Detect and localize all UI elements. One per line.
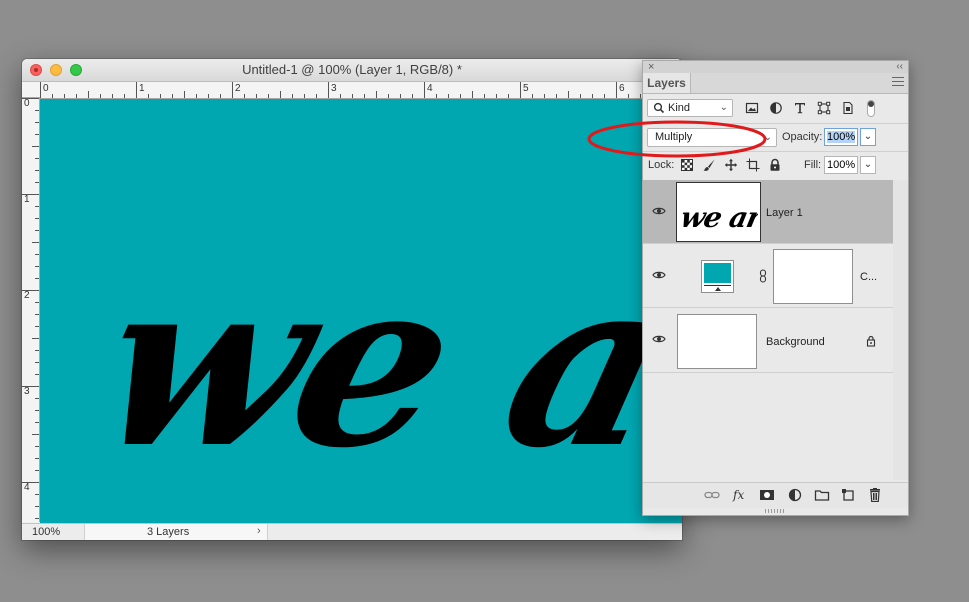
layer-filter-row: Kind ⌄ <box>643 96 908 120</box>
ruler-h-label: 5 <box>523 83 529 94</box>
lock-image-pixels-brush-icon[interactable] <box>702 158 716 172</box>
filter-adjustment-layer-icon[interactable] <box>769 101 783 115</box>
filter-kind-label: Kind <box>668 102 691 114</box>
ruler-v-label: 2 <box>24 290 30 301</box>
status-bar: 100% 3 Layers › <box>22 523 682 540</box>
ruler-v-label: 3 <box>24 386 30 397</box>
ruler-h-label: 6 <box>619 83 625 94</box>
filter-shape-layer-icon[interactable] <box>817 101 831 115</box>
filter-pixel-layer-icon[interactable] <box>745 101 759 115</box>
vertical-ruler[interactable]: 0 1 2 3 4 <box>22 98 40 522</box>
new-layer-icon[interactable] <box>840 488 856 502</box>
add-layer-mask-icon[interactable] <box>759 488 775 502</box>
visibility-eye-icon[interactable] <box>652 333 666 345</box>
layer-mask-thumbnail[interactable] <box>773 249 853 304</box>
tab-layers[interactable]: Layers <box>643 73 691 93</box>
lock-artboard-icon[interactable] <box>746 158 760 172</box>
ruler-h-label: 4 <box>427 83 433 94</box>
vertical-ruler-ticks <box>22 98 39 519</box>
ruler-h-label: 1 <box>139 83 145 94</box>
document-titlebar[interactable]: Untitled-1 @ 100% (Layer 1, RGB/8) * <box>22 59 682 82</box>
layer-row-background[interactable]: Background <box>643 308 893 373</box>
horizontal-ruler[interactable]: 0 1 2 3 4 5 6 <box>40 82 682 99</box>
panel-footer-toolbar: fx <box>643 482 908 508</box>
fill-swatch <box>704 263 731 283</box>
document-title: Untitled-1 @ 100% (Layer 1, RGB/8) * <box>242 62 462 77</box>
document-canvas[interactable]: we are <box>40 99 682 523</box>
new-group-folder-icon[interactable] <box>814 488 830 502</box>
new-adjustment-layer-icon[interactable] <box>787 488 803 502</box>
filter-type-layer-icon[interactable] <box>793 101 807 115</box>
horizontal-ruler-ticks <box>40 82 677 98</box>
zoom-level-field[interactable]: 100% <box>32 526 80 539</box>
filter-smart-object-icon[interactable] <box>841 101 855 115</box>
layer-row-layer-1[interactable]: we are Layer 1 <box>643 180 893 244</box>
opacity-input[interactable]: 100% <box>824 128 858 146</box>
layer-name[interactable]: Layer 1 <box>766 207 803 219</box>
chevron-down-icon: ⌄ <box>719 102 728 113</box>
link-layers-icon[interactable] <box>704 488 720 502</box>
ruler-origin[interactable] <box>22 82 40 98</box>
fx-layer-style-icon[interactable]: fx <box>732 488 748 502</box>
fill-adjustment-thumbnail <box>701 260 734 293</box>
panel-header[interactable]: × ‹‹ <box>643 61 908 73</box>
layers-panel: × ‹‹ Layers Kind ⌄ Multiply ⌄ Opacity: 1… <box>642 60 909 516</box>
ruler-v-label: 0 <box>24 98 30 109</box>
info-menu-arrow-icon[interactable]: › <box>257 525 261 537</box>
chevron-down-icon: ⌄ <box>763 132 772 143</box>
blend-mode-value: Multiply <box>655 131 693 143</box>
filter-kind-select[interactable]: Kind ⌄ <box>647 99 733 117</box>
opacity-value: 100% <box>827 131 856 143</box>
opacity-label: Opacity: <box>782 131 823 143</box>
blend-mode-select[interactable]: Multiply ⌄ <box>647 128 777 147</box>
ruler-v-label: 1 <box>24 194 30 205</box>
lock-position-move-icon[interactable] <box>724 158 738 172</box>
visibility-eye-icon[interactable] <box>652 205 666 217</box>
filter-toggle-switch[interactable] <box>867 100 875 117</box>
ruler-h-label: 0 <box>43 83 49 94</box>
ruler-h-label: 3 <box>331 83 337 94</box>
layer-1-thumbnail: we are <box>676 182 781 242</box>
lock-all-icon[interactable] <box>768 158 782 172</box>
panel-tab-bar: Layers <box>643 73 908 94</box>
layer-lock-icon <box>866 335 876 347</box>
visibility-eye-icon[interactable] <box>652 269 666 281</box>
thumbnail-lettering: we are <box>679 200 758 234</box>
search-icon <box>653 102 665 114</box>
lock-label: Lock: <box>648 159 675 171</box>
lock-transparent-pixels-icon[interactable] <box>680 158 694 172</box>
document-info-box[interactable]: 3 Layers › <box>84 524 268 540</box>
ruler-h-label: 2 <box>235 83 241 94</box>
mask-link-chain-icon[interactable] <box>759 269 767 283</box>
layer-name[interactable]: Background <box>766 336 825 348</box>
script-lettering: we are <box>75 229 682 499</box>
layer-1-thumbnail-art: we are <box>678 200 781 234</box>
document-info-text: 3 Layers <box>147 526 190 538</box>
blend-mode-row: Multiply ⌄ Opacity: 100% ⌄ <box>643 123 908 150</box>
svg-text:fx: fx <box>732 488 744 502</box>
ruler-v-label: 4 <box>24 482 30 493</box>
layer-name[interactable]: C... <box>860 271 877 283</box>
panel-close-icon[interactable]: × <box>648 61 654 73</box>
panel-resize-grip[interactable] <box>765 509 785 513</box>
delete-layer-trash-icon[interactable] <box>867 488 883 502</box>
document-window: Untitled-1 @ 100% (Layer 1, RGB/8) * 0 1… <box>22 59 682 540</box>
canvas-artwork: we are <box>75 229 682 499</box>
fill-label: Fill: <box>804 159 822 171</box>
lock-row: Lock: Fill: 100% ⌄ <box>643 151 908 181</box>
background-thumbnail <box>677 314 757 369</box>
layer-list-scrollbar[interactable] <box>893 180 908 480</box>
panel-menu-icon[interactable] <box>892 77 904 88</box>
panel-collapse-icon[interactable]: ‹‹ <box>896 61 903 73</box>
fill-input[interactable]: 100% <box>824 156 858 174</box>
fill-slider-button[interactable]: ⌄ <box>860 156 876 174</box>
opacity-slider-button[interactable]: ⌄ <box>860 128 876 146</box>
layer-row-color-fill[interactable]: C... <box>643 244 893 308</box>
layer-list: we are Layer 1 C... Background <box>643 180 893 480</box>
